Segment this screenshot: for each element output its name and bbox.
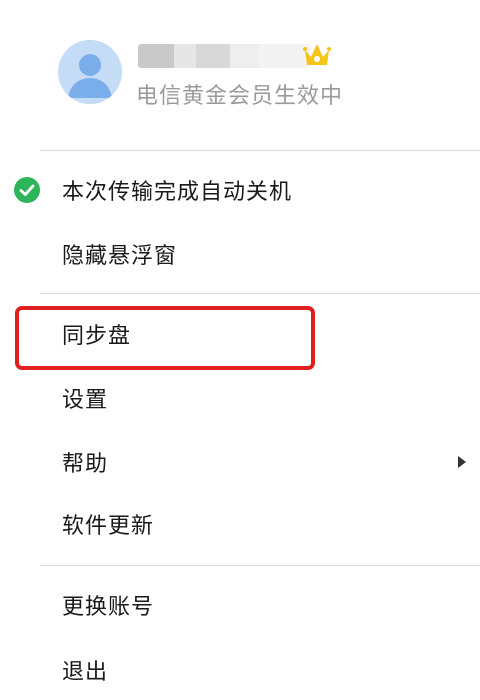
separator (40, 150, 480, 151)
vip-status-text: 电信黄金会员生效中 (136, 84, 344, 109)
account-header: 电信黄金会员生效中 (0, 0, 480, 150)
menu-item-label: 软件更新 (62, 514, 155, 539)
menu-item-label: 隐藏悬浮窗 (62, 244, 178, 269)
username-redacted (138, 44, 310, 68)
menu-item-label: 更换账号 (62, 595, 155, 620)
menu-item-label: 设置 (62, 388, 109, 413)
menu-item-hide-float-window[interactable]: 隐藏悬浮窗 (0, 224, 480, 284)
menu-item-switch-account[interactable]: 更换账号 (0, 575, 480, 635)
check-circle-icon (14, 177, 40, 203)
menu-item-label: 同步盘 (62, 324, 132, 349)
menu-item-software-update[interactable]: 软件更新 (0, 494, 480, 554)
menu-item-label: 本次传输完成自动关机 (62, 180, 293, 205)
separator (40, 293, 480, 294)
chevron-right-icon (458, 456, 466, 468)
menu-item-sync-disk[interactable]: 同步盘 (0, 304, 480, 364)
separator (40, 565, 480, 566)
menu-item-auto-shutdown[interactable]: 本次传输完成自动关机 (0, 160, 480, 220)
user-avatar-icon[interactable] (58, 40, 122, 104)
menu-item-settings[interactable]: 设置 (0, 368, 480, 428)
account-context-menu: 电信黄金会员生效中 本次传输完成自动关机 隐藏悬浮窗 同步盘 设置 帮助 软件更… (0, 0, 480, 700)
menu-item-label: 帮助 (62, 452, 109, 477)
menu-item-help[interactable]: 帮助 (0, 432, 480, 492)
menu-item-exit[interactable]: 退出 (0, 640, 480, 700)
crown-icon (303, 44, 331, 65)
menu-item-label: 退出 (62, 660, 109, 685)
